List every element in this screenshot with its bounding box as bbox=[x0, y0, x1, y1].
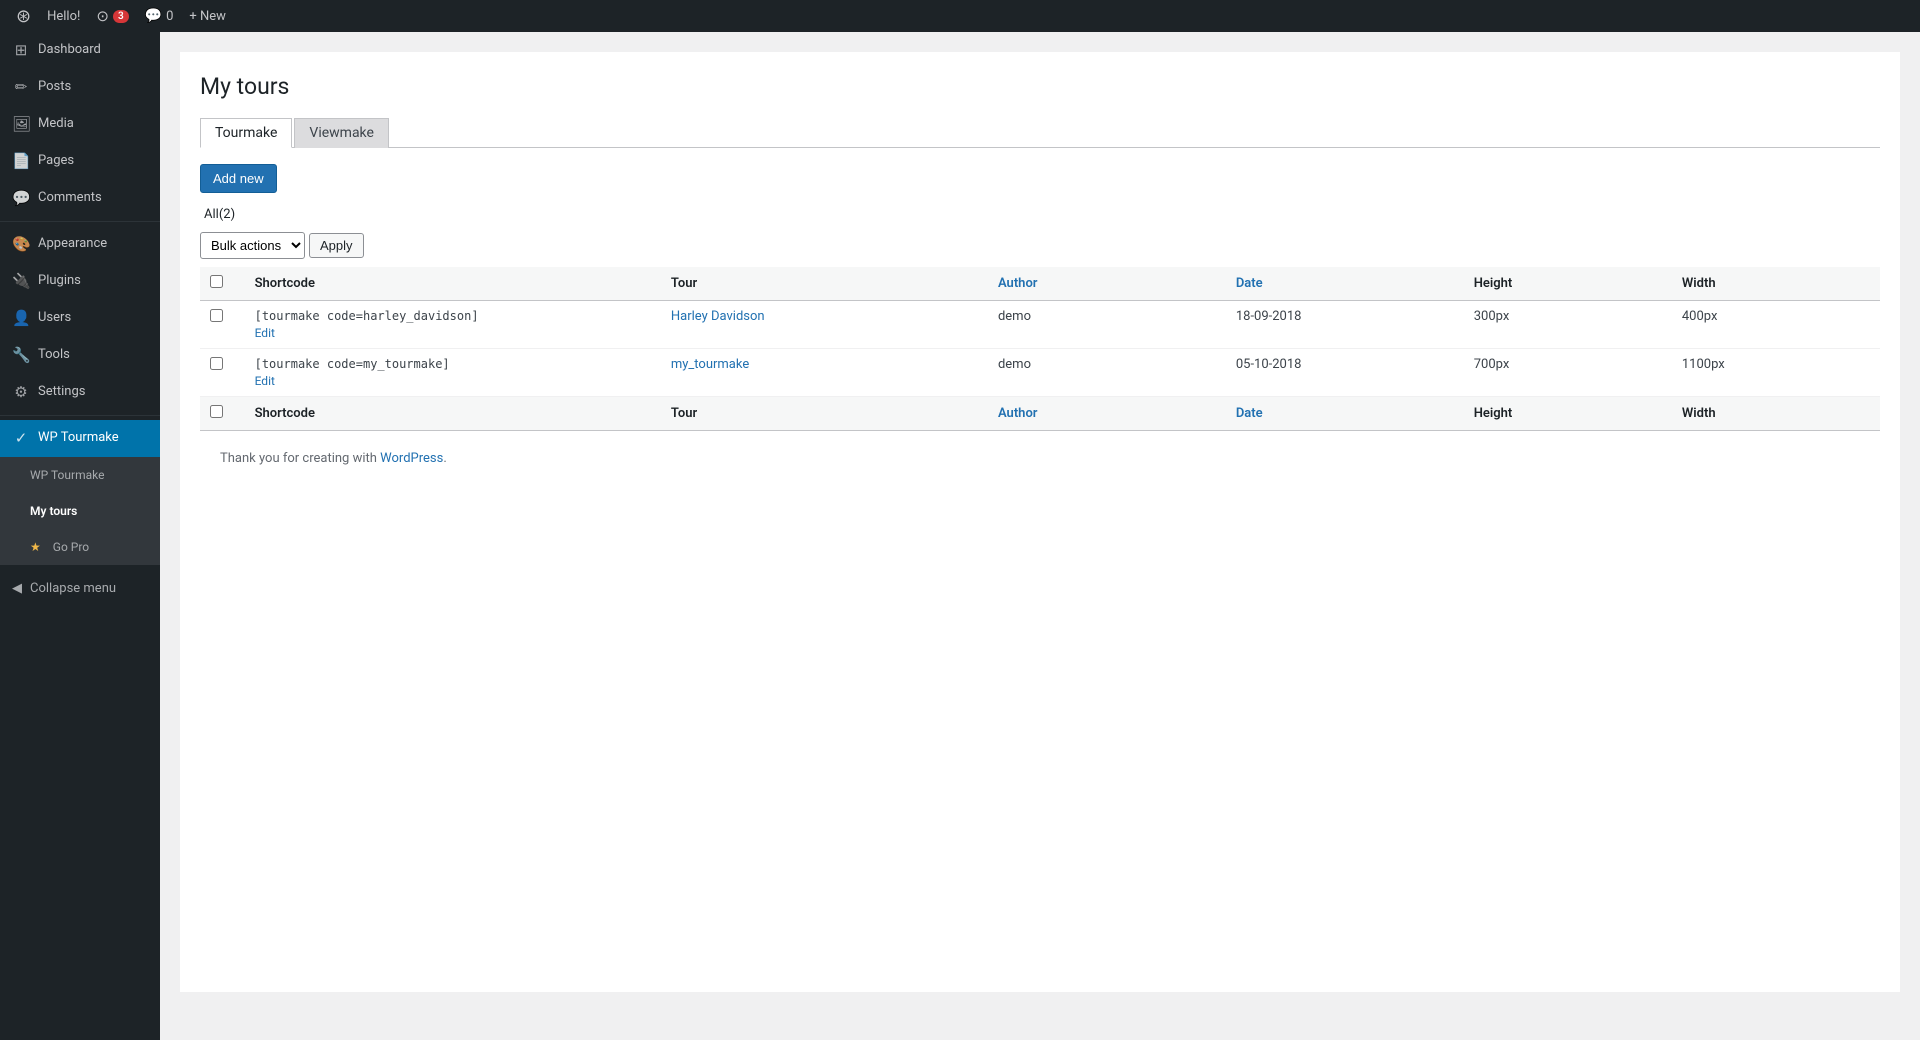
updates-icon: ⊙ bbox=[96, 7, 109, 25]
go-pro-star-icon: ★ bbox=[30, 539, 41, 556]
tfoot-author[interactable]: Author bbox=[988, 396, 1226, 430]
submenu-item-go-pro[interactable]: ★ Go Pro bbox=[0, 529, 160, 565]
table-footer-row: Shortcode Tour Author Date Height bbox=[200, 396, 1880, 430]
apply-button[interactable]: Apply bbox=[309, 233, 364, 258]
select-all-checkbox[interactable] bbox=[210, 275, 223, 288]
th-height: Height bbox=[1464, 267, 1672, 301]
tfoot-height: Height bbox=[1464, 396, 1672, 430]
media-icon: 🖼 bbox=[12, 114, 30, 135]
sidebar-item-comments[interactable]: 💬 Comments bbox=[0, 180, 160, 217]
table-row: [tourmake code=harley_davidson] Edit Har… bbox=[200, 300, 1880, 348]
sidebar-item-pages[interactable]: 📄 Pages bbox=[0, 143, 160, 180]
adminbar-updates[interactable]: ⊙ 3 bbox=[88, 0, 136, 32]
tourmake-submenu: WP Tourmake My tours ★ Go Pro bbox=[0, 457, 160, 565]
tools-icon: 🔧 bbox=[12, 345, 30, 366]
sidebar-item-posts[interactable]: ✏ Posts bbox=[0, 69, 160, 106]
tab-tourmake[interactable]: Tourmake bbox=[200, 118, 292, 148]
add-new-button[interactable]: Add new bbox=[200, 164, 277, 193]
wp-logo-icon: ⊛ bbox=[16, 6, 31, 27]
menu-separator-1 bbox=[0, 221, 160, 222]
tfoot-checkbox bbox=[200, 396, 245, 430]
adminbar-comments[interactable]: 💬 0 bbox=[137, 0, 182, 32]
row-tour-link-0[interactable]: Harley Davidson bbox=[671, 309, 765, 324]
page-title: My tours bbox=[200, 72, 1880, 102]
sidebar-item-media[interactable]: 🖼 Media bbox=[0, 106, 160, 143]
tfoot-shortcode: Shortcode bbox=[245, 396, 661, 430]
row-tour-1: my_tourmake bbox=[661, 348, 988, 396]
row-author-1: demo bbox=[988, 348, 1226, 396]
select-all-footer-checkbox[interactable] bbox=[210, 405, 223, 418]
tab-viewmake[interactable]: Viewmake bbox=[294, 118, 389, 148]
row-checkbox-1 bbox=[200, 348, 245, 396]
main-content: My tours Tourmake Viewmake Add new All(2… bbox=[160, 32, 1920, 1040]
submenu-item-wp-tourmake[interactable]: WP Tourmake bbox=[0, 457, 160, 493]
tab-bar: Tourmake Viewmake bbox=[200, 118, 1880, 148]
sidebar-item-plugins[interactable]: 🔌 Plugins bbox=[0, 263, 160, 300]
plugins-icon: 🔌 bbox=[12, 271, 30, 292]
row-author-0: demo bbox=[988, 300, 1226, 348]
table-header-row: Shortcode Tour Author Date Height bbox=[200, 267, 1880, 301]
tours-table: Shortcode Tour Author Date Height bbox=[200, 267, 1880, 431]
sidebar-item-settings[interactable]: ⚙ Settings bbox=[0, 374, 160, 411]
comments-menu-icon: 💬 bbox=[12, 188, 30, 209]
th-tour: Tour bbox=[661, 267, 988, 301]
row-shortcode-0: [tourmake code=harley_davidson] Edit bbox=[245, 300, 661, 348]
row-checkbox-0 bbox=[200, 300, 245, 348]
settings-icon: ⚙ bbox=[12, 382, 30, 403]
wptourmake-icon: ✓ bbox=[12, 428, 30, 449]
row-tour-0: Harley Davidson bbox=[661, 300, 988, 348]
collapse-icon: ◀ bbox=[12, 581, 22, 596]
pages-icon: 📄 bbox=[12, 151, 30, 172]
filter-all[interactable]: All(2) bbox=[200, 205, 239, 224]
row-checkbox-input-0[interactable] bbox=[210, 309, 223, 322]
comments-icon: 💬 bbox=[145, 8, 162, 24]
row-action-edit-1[interactable]: Edit bbox=[255, 374, 275, 388]
row-width-0: 400px bbox=[1672, 300, 1880, 348]
row-height-1: 700px bbox=[1464, 348, 1672, 396]
row-shortcode-1: [tourmake code=my_tourmake] Edit bbox=[245, 348, 661, 396]
adminbar-wp-logo[interactable]: ⊛ bbox=[8, 0, 39, 32]
row-tour-link-1[interactable]: my_tourmake bbox=[671, 357, 749, 372]
adminbar-new[interactable]: + New bbox=[181, 0, 234, 32]
bulk-actions-select[interactable]: Bulk actionsDelete bbox=[200, 232, 305, 259]
sidebar-item-wp-tourmake[interactable]: ✓ WP Tourmake bbox=[0, 420, 160, 457]
tfoot-width: Width bbox=[1672, 396, 1880, 430]
row-height-0: 300px bbox=[1464, 300, 1672, 348]
posts-icon: ✏ bbox=[12, 77, 30, 98]
sidebar-item-tools[interactable]: 🔧 Tools bbox=[0, 337, 160, 374]
sidebar-item-appearance[interactable]: 🎨 Appearance bbox=[0, 226, 160, 263]
row-action-edit-0[interactable]: Edit bbox=[255, 326, 275, 340]
row-date-1: 05-10-2018 bbox=[1226, 348, 1464, 396]
wordpress-link[interactable]: WordPress bbox=[380, 451, 443, 466]
th-shortcode: Shortcode bbox=[245, 267, 661, 301]
dashboard-icon: ⊞ bbox=[12, 40, 30, 61]
sidebar-item-users[interactable]: 👤 Users bbox=[0, 300, 160, 337]
filter-bar: All(2) bbox=[200, 205, 1880, 224]
th-date[interactable]: Date bbox=[1226, 267, 1464, 301]
menu-separator-2 bbox=[0, 415, 160, 416]
bulk-actions-bar: Bulk actionsDelete Apply bbox=[200, 232, 1880, 259]
users-icon: 👤 bbox=[12, 308, 30, 329]
sidebar-item-dashboard[interactable]: ⊞ Dashboard bbox=[0, 32, 160, 69]
admin-bar: ⊛ Hello! ⊙ 3 💬 0 + New bbox=[0, 0, 1920, 32]
tfoot-tour: Tour bbox=[661, 396, 988, 430]
th-author[interactable]: Author bbox=[988, 267, 1226, 301]
sidebar: ⊞ Dashboard ✏ Posts 🖼 Media 📄 Pages 💬 Co… bbox=[0, 32, 160, 1040]
row-date-0: 18-09-2018 bbox=[1226, 300, 1464, 348]
th-width: Width bbox=[1672, 267, 1880, 301]
adminbar-site-name[interactable]: Hello! bbox=[39, 0, 88, 32]
collapse-menu-button[interactable]: ◀ Collapse menu bbox=[0, 573, 160, 604]
table-body: [tourmake code=harley_davidson] Edit Har… bbox=[200, 300, 1880, 396]
th-checkbox bbox=[200, 267, 245, 301]
tfoot-date[interactable]: Date bbox=[1226, 396, 1464, 430]
appearance-icon: 🎨 bbox=[12, 234, 30, 255]
row-width-1: 1100px bbox=[1672, 348, 1880, 396]
row-checkbox-input-1[interactable] bbox=[210, 357, 223, 370]
submenu-item-my-tours[interactable]: My tours bbox=[0, 493, 160, 529]
table-row: [tourmake code=my_tourmake] Edit my_tour… bbox=[200, 348, 1880, 396]
page-footer: Thank you for creating with WordPress. bbox=[200, 431, 1880, 486]
